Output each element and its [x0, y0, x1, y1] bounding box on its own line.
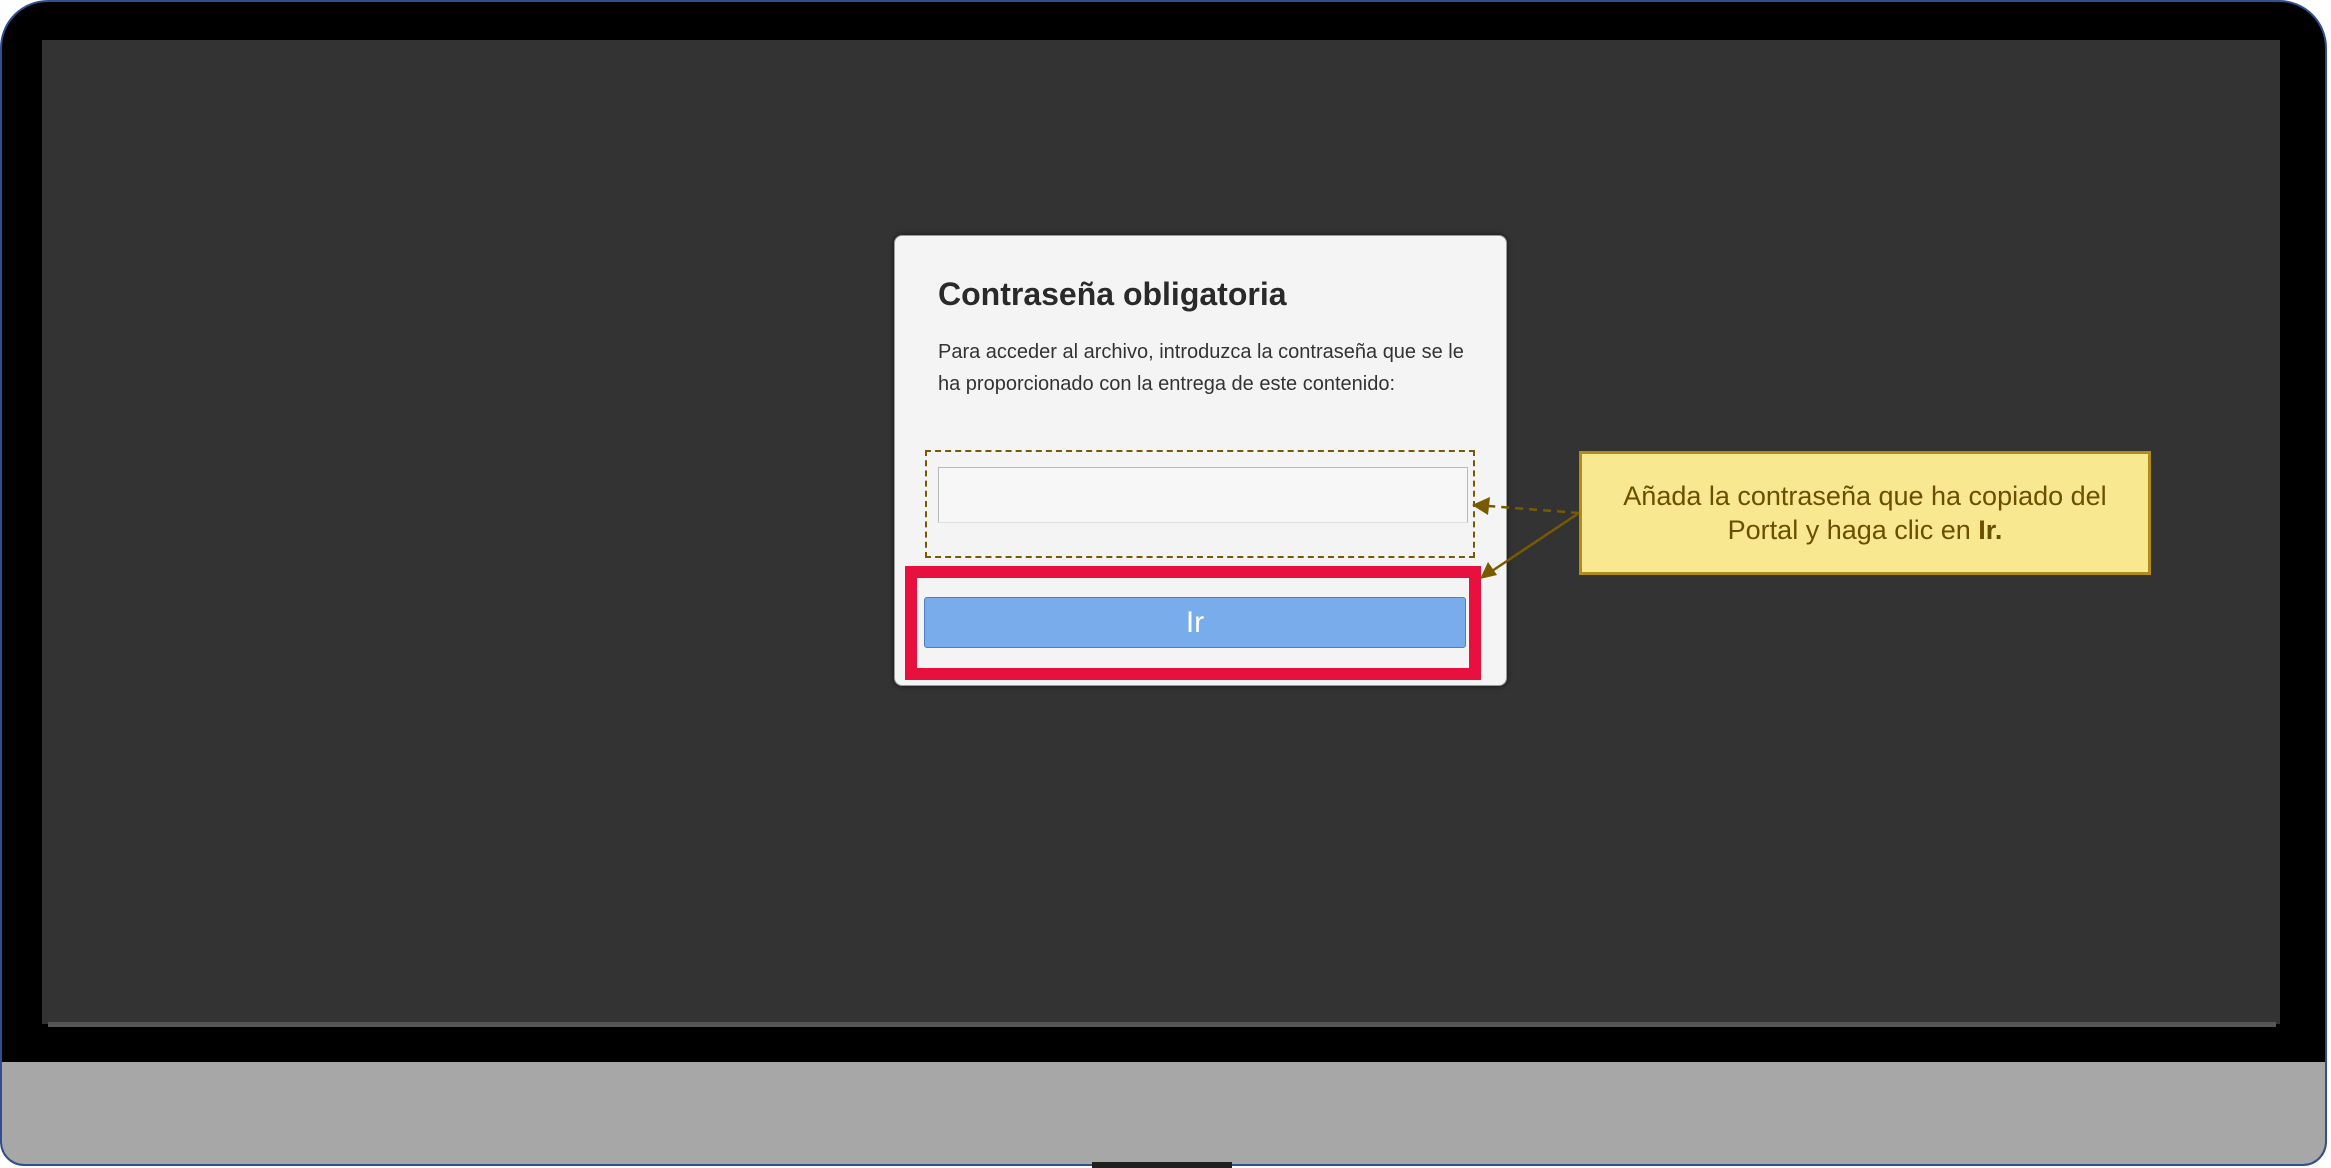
- screen-bottom-edge: [48, 1022, 2276, 1027]
- callout-text-main: Añada la contraseña que ha copiado del P…: [1623, 481, 2107, 545]
- monitor-chin: [2, 1062, 2325, 1164]
- monitor-stand: [1092, 1162, 1232, 1168]
- password-input[interactable]: [938, 467, 1468, 523]
- go-button[interactable]: Ir: [924, 597, 1466, 648]
- instruction-callout: Añada la contraseña que ha copiado del P…: [1579, 451, 2151, 575]
- callout-text-bold: Ir.: [1978, 515, 2003, 545]
- password-dialog: Contraseña obligatoria Para acceder al a…: [894, 235, 1507, 686]
- dialog-description: Para acceder al archivo, introduzca la c…: [938, 341, 1464, 395]
- dialog-title: Contraseña obligatoria: [938, 276, 1287, 312]
- callout-text: Añada la contraseña que ha copiado del P…: [1594, 479, 2136, 547]
